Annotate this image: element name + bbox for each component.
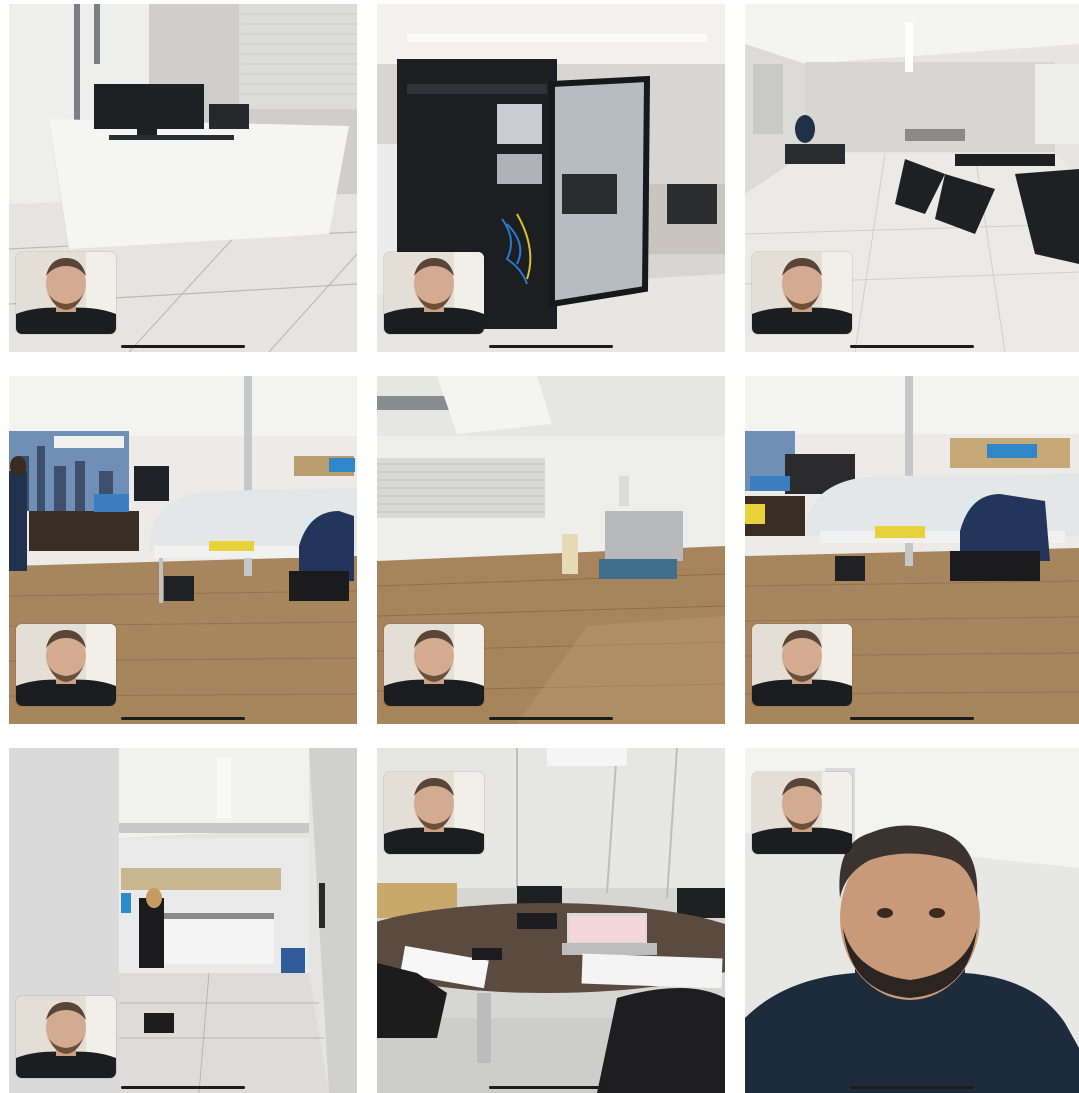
pip-self-view	[384, 772, 484, 854]
pip-self-view	[16, 996, 116, 1078]
home-indicator	[850, 1086, 974, 1089]
person-icon	[752, 252, 852, 334]
home-indicator	[850, 345, 974, 348]
pip-self-view	[384, 252, 484, 334]
home-indicator	[489, 1086, 613, 1089]
person-icon	[752, 624, 852, 706]
pip-self-view	[16, 624, 116, 706]
tile-corridor	[745, 4, 1079, 352]
tile-hallway-kitchen	[9, 748, 357, 1093]
pip-self-view	[16, 252, 116, 334]
tile-empty-room	[377, 376, 725, 724]
home-indicator	[121, 717, 245, 720]
person-icon	[16, 624, 116, 706]
pip-self-view	[752, 772, 852, 854]
person-icon	[16, 252, 116, 334]
home-indicator	[489, 345, 613, 348]
pip-self-view	[384, 624, 484, 706]
person-icon	[16, 996, 116, 1078]
person-icon	[384, 772, 484, 854]
person-icon	[384, 624, 484, 706]
home-indicator	[489, 717, 613, 720]
pip-self-view	[752, 624, 852, 706]
home-indicator	[121, 1086, 245, 1089]
tile-server-rack	[377, 4, 725, 352]
tile-person-closeup	[745, 748, 1079, 1093]
person-icon	[752, 772, 852, 854]
home-indicator	[121, 345, 245, 348]
tile-desk-room	[9, 4, 357, 352]
pip-self-view	[752, 252, 852, 334]
tile-office-cubicles-1	[9, 376, 357, 724]
tile-meeting-room	[377, 748, 725, 1093]
tile-office-cubicles-2	[745, 376, 1079, 724]
person-icon	[384, 252, 484, 334]
home-indicator	[850, 717, 974, 720]
